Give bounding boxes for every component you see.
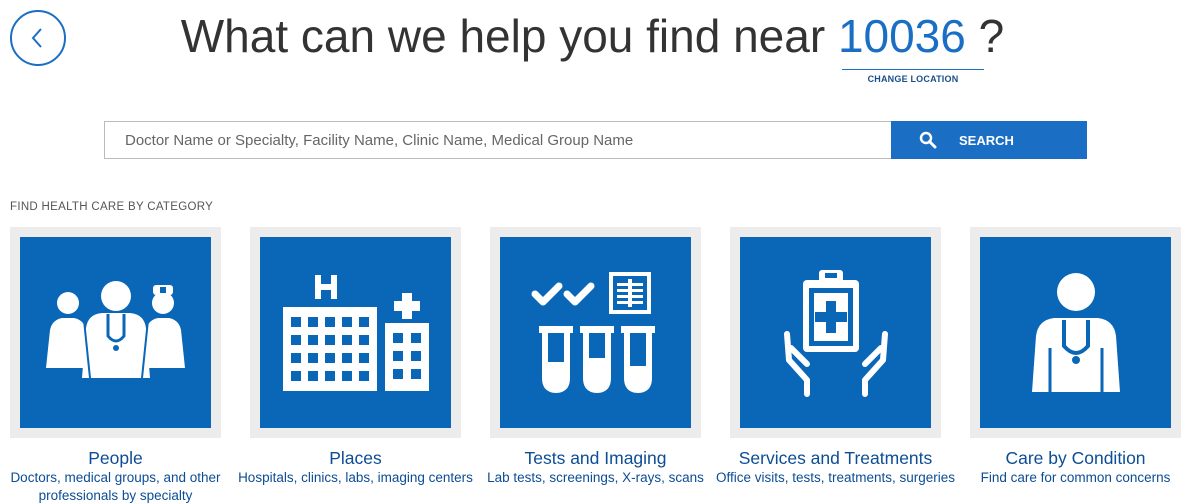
zip-underline (842, 69, 984, 70)
hospital-icon (282, 274, 429, 391)
card-title: Care by Condition (1005, 448, 1146, 468)
card-title: Places (329, 448, 382, 468)
card-tile (740, 237, 931, 428)
card-tile (980, 237, 1171, 428)
title-suffix: ? (978, 10, 1005, 62)
clipboard-hands-icon (783, 269, 888, 397)
categories-heading: FIND HEALTH CARE BY CATEGORY (10, 201, 214, 213)
card-description: Doctors, medical groups, and other profe… (10, 470, 221, 503)
title-prefix: What can we help you find near (180, 10, 826, 62)
search-button-label: SEARCH (959, 132, 1014, 148)
card-title: Tests and Imaging (524, 448, 667, 468)
search-button[interactable]: SEARCH (891, 121, 1087, 159)
card-description: Hospitals, clinics, labs, imaging center… (238, 470, 473, 485)
page-title: What can we help you find near 10036 ? (0, 6, 1185, 66)
card-tile (20, 237, 211, 428)
search-icon (919, 131, 937, 149)
change-location-link[interactable]: CHANGE LOCATION (842, 74, 984, 84)
card-title: Services and Treatments (738, 448, 933, 468)
zip-code[interactable]: 10036 (838, 10, 966, 62)
test-tubes-icon (531, 272, 655, 394)
card-tile (500, 237, 691, 428)
card-tile (260, 237, 451, 428)
search-input[interactable] (104, 121, 892, 159)
doctor-icon (1031, 273, 1120, 392)
card-description: Find care for common concerns (980, 470, 1171, 485)
people-icon (45, 280, 185, 378)
card-description: Lab tests, screenings, X-rays, scans (487, 470, 704, 485)
card-description: Office visits, tests, treatments, surger… (715, 470, 956, 485)
card-title: People (88, 448, 143, 468)
